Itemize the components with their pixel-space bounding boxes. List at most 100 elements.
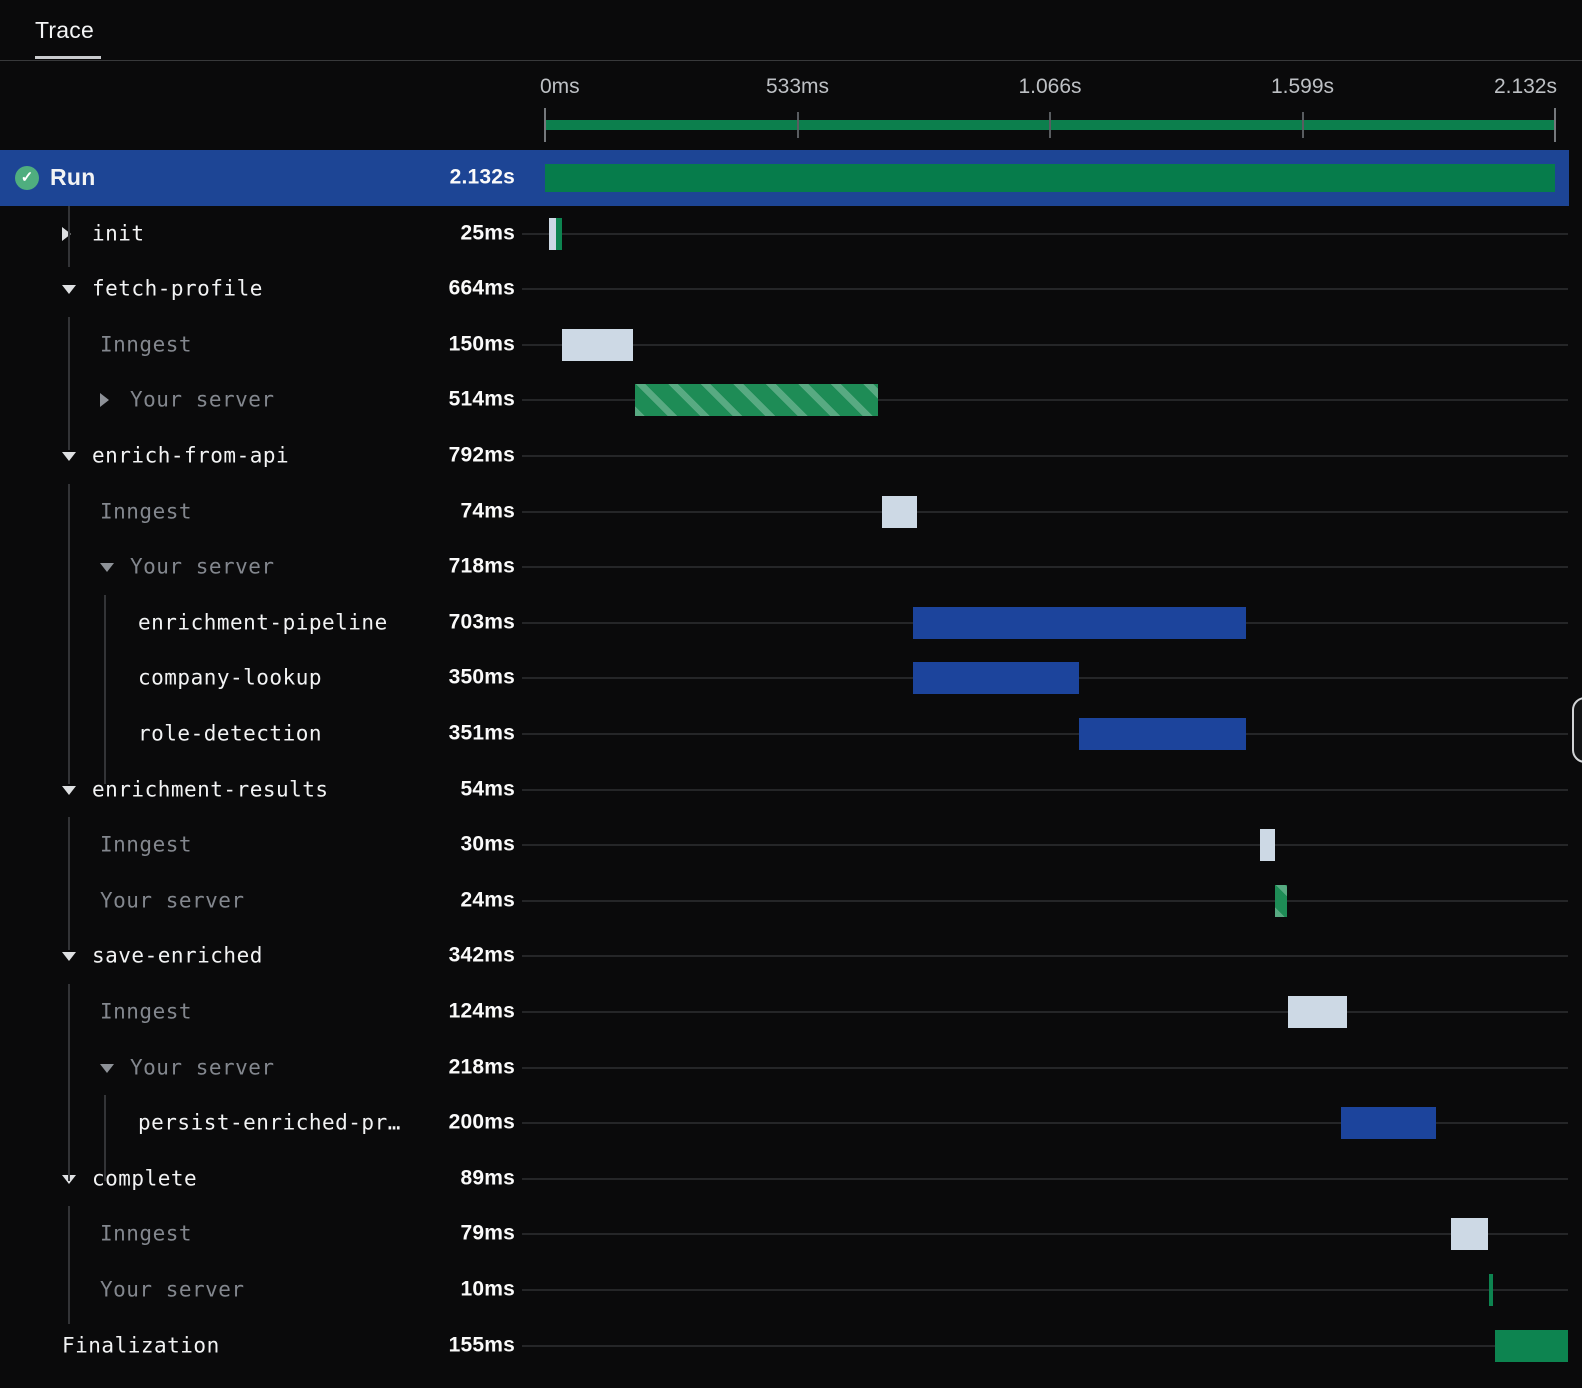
check-circle-icon: ✓ <box>15 166 39 190</box>
trace-row[interactable]: save-enriched 342ms <box>0 928 1582 984</box>
trace-row[interactable]: Inngest 79ms <box>0 1206 1582 1262</box>
span-duration: 124ms <box>448 999 515 1023</box>
trace-row[interactable]: Your server 218ms <box>0 1040 1582 1096</box>
chevron-down-icon[interactable] <box>100 1063 114 1073</box>
trace-row[interactable]: role-detection 351ms <box>0 706 1582 762</box>
span-duration: 342ms <box>448 943 515 967</box>
span-duration: 514ms <box>448 387 515 411</box>
timeline-tick-mark <box>544 108 546 142</box>
row-track-line <box>522 844 1568 847</box>
row-track-line <box>522 899 1568 902</box>
span-duration: 89ms <box>460 1166 515 1190</box>
tab-trace[interactable]: Trace <box>35 12 101 59</box>
chevron-down-icon[interactable] <box>100 563 114 573</box>
timeline-tick-mark <box>796 112 799 138</box>
scrollbar-thumb[interactable] <box>1572 697 1582 763</box>
span-duration: 10ms <box>460 1277 515 1301</box>
trace-row[interactable]: Finalization 155ms <box>0 1318 1582 1374</box>
span-bar[interactable] <box>913 662 1079 695</box>
row-track-line <box>522 1233 1568 1236</box>
span-bar[interactable] <box>1488 1274 1494 1306</box>
trace-row[interactable]: Your server 10ms <box>0 1262 1582 1318</box>
trace-row[interactable]: company-lookup 350ms <box>0 650 1582 706</box>
span-bar[interactable] <box>635 384 879 417</box>
trace-waterfall: ✓ Run 2.132s init 25ms fetch-profile 664… <box>0 150 1582 1380</box>
trace-row[interactable]: enrich-from-api 792ms <box>0 428 1582 484</box>
chevron-right-icon[interactable] <box>100 393 109 408</box>
trace-row[interactable]: fetch-profile 664ms <box>0 261 1582 317</box>
trace-row[interactable]: Your server 514ms <box>0 372 1582 428</box>
span-duration: 200ms <box>448 1110 515 1134</box>
timeline-ruler[interactable] <box>544 108 1556 142</box>
span-bar[interactable] <box>1450 1218 1489 1251</box>
span-duration: 2.132s <box>449 165 515 189</box>
span-bar[interactable] <box>913 606 1247 639</box>
span-duration: 664ms <box>448 276 515 300</box>
trace-row[interactable]: enrichment-results 54ms <box>0 762 1582 818</box>
span-label: Your server <box>130 387 275 412</box>
row-track-line <box>522 566 1568 569</box>
tree-guide-line <box>68 984 70 1181</box>
trace-row[interactable]: Your server 718ms <box>0 539 1582 595</box>
trace-row[interactable]: Inngest 74ms <box>0 484 1582 540</box>
span-label: Your server <box>100 1277 245 1302</box>
chevron-down-icon[interactable] <box>62 785 76 795</box>
chevron-down-icon[interactable] <box>62 285 76 295</box>
span-bar[interactable] <box>548 217 556 250</box>
span-duration: 350ms <box>448 665 515 689</box>
tree-guide-line <box>68 483 70 784</box>
tree-guide-line <box>68 817 70 951</box>
span-bar[interactable] <box>1260 829 1275 862</box>
span-duration: 155ms <box>448 1333 515 1357</box>
trace-row[interactable]: Your server 24ms <box>0 873 1582 929</box>
span-bar[interactable] <box>1287 996 1347 1028</box>
span-duration: 150ms <box>448 332 515 356</box>
span-label: role-detection <box>138 721 323 746</box>
span-label: Inngest <box>100 1221 193 1246</box>
row-track-line <box>522 288 1568 291</box>
span-bar[interactable] <box>545 164 1555 192</box>
trace-row[interactable]: persist-enriched-pr… 200ms <box>0 1095 1582 1151</box>
span-bar[interactable] <box>555 217 563 250</box>
timeline-tick-mark <box>1301 112 1304 138</box>
timeline-tick-label: 1.066s <box>1018 75 1082 98</box>
trace-row[interactable]: Inngest 30ms <box>0 817 1582 873</box>
row-track-line <box>522 455 1568 457</box>
span-bar[interactable] <box>1079 718 1246 750</box>
span-label: init <box>92 221 145 246</box>
span-duration: 703ms <box>448 610 515 634</box>
span-label: Your server <box>130 1055 275 1080</box>
chevron-down-icon[interactable] <box>62 952 76 962</box>
row-track-line <box>522 510 1568 513</box>
tree-guide-line <box>104 594 106 784</box>
span-duration: 25ms <box>460 221 515 245</box>
span-label: Your server <box>100 888 245 913</box>
chevron-down-icon[interactable] <box>62 452 76 461</box>
span-label: save-enriched <box>92 943 263 968</box>
trace-row[interactable]: Inngest 124ms <box>0 984 1582 1040</box>
tab-bar: Trace <box>0 0 1582 61</box>
span-label: Inngest <box>100 332 193 357</box>
trace-row[interactable]: init 25ms <box>0 206 1582 262</box>
span-duration: 54ms <box>460 777 515 801</box>
trace-row[interactable]: enrichment-pipeline 703ms <box>0 595 1582 651</box>
span-duration: 24ms <box>460 888 515 912</box>
row-track-line <box>522 1289 1568 1291</box>
trace-row[interactable]: ✓ Run 2.132s <box>0 150 1569 206</box>
span-label: company-lookup <box>138 665 323 690</box>
span-label: complete <box>92 1166 198 1191</box>
span-bar[interactable] <box>1340 1107 1436 1140</box>
span-label: Inngest <box>100 832 193 857</box>
span-bar[interactable] <box>1494 1329 1569 1362</box>
tree-guide-line <box>104 1095 106 1181</box>
span-bar[interactable] <box>1275 884 1287 917</box>
span-bar[interactable] <box>561 328 633 361</box>
span-label: fetch-profile <box>92 276 263 301</box>
trace-row[interactable]: complete 89ms <box>0 1151 1582 1207</box>
span-bar[interactable] <box>882 495 918 528</box>
trace-viewer: { "tab": { "label": "Trace" }, "timeline… <box>0 0 1582 1388</box>
span-label: Inngest <box>100 999 193 1024</box>
trace-row[interactable]: Inngest 150ms <box>0 317 1582 373</box>
row-track-line <box>522 1344 1568 1347</box>
tree-guide-line <box>68 205 70 268</box>
